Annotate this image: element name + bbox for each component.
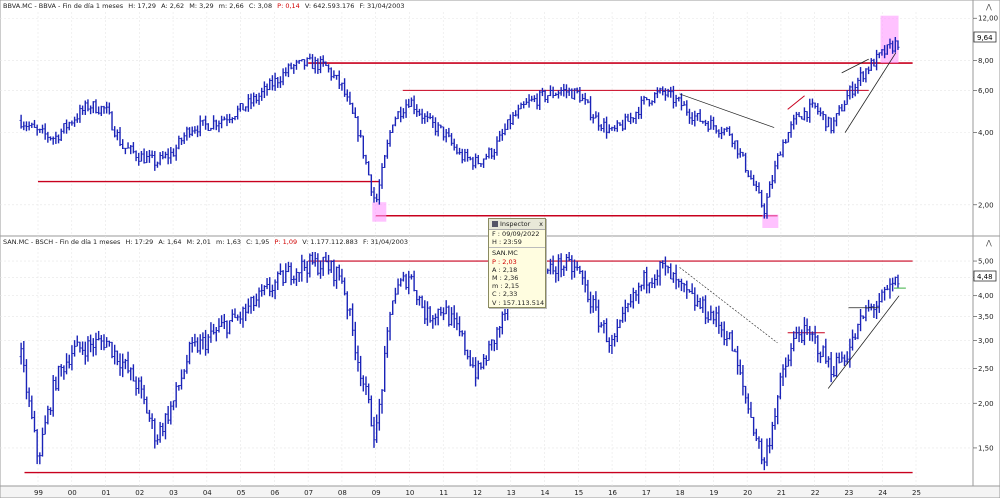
x-tick-label: 11 [439,489,448,497]
top-y-tick-label: 12,00 [978,15,998,23]
inspector-date: F : 09/09/2022 [492,230,540,238]
x-tick-label: 18 [676,489,685,497]
bottom-close: C: 1,95 [246,238,269,246]
x-tick-label: 25 [912,489,921,497]
top-date: F: 31/04/2003 [360,2,405,10]
inspector-min: m : 2,15 [492,282,520,291]
x-tick-label: 13 [507,489,516,497]
x-tick-label: 02 [135,489,144,497]
top-last-price: 9,64 [977,34,993,42]
top-panel-frame [0,0,1000,237]
x-tick-label: 24 [878,489,887,497]
x-tick-label: 17 [642,489,651,497]
bottom-volume: V: 1.177.112.883 [302,238,358,246]
bottom-change: P: 1,09 [274,238,297,246]
x-tick-label: 08 [338,489,347,497]
bottom-last-price-tag: 4,48 [973,270,997,282]
bottom-y-tick-label: 3,00 [978,337,994,345]
top-y-tick-label: 6,00 [978,87,994,95]
top-title: BBVA.MC - BBVA - Fin de día 1 meses [3,2,124,10]
bottom-y-tick-label: 4,00 [978,292,994,300]
bottom-y-tick-label: 3,50 [978,313,994,321]
bottom-open: A: 1,64 [158,238,181,246]
inspector-volume: V : 157.113.514 [492,298,545,307]
top-y-tick-label: 8,00 [978,57,994,65]
x-tick-label: 20 [743,489,752,497]
top-last-price-tag: 9,64 [973,31,997,43]
x-tick-label: 07 [304,489,313,497]
inspector-time: H : 23:59 [492,238,522,247]
bottom-y-tick-label: 5,00 [978,258,994,266]
inspector-icon [492,221,498,227]
top-change: P: 0,14 [277,2,300,10]
highlight-box [372,202,387,222]
top-high: H: 17,29 [128,2,156,10]
top-min: m: 2,66 [219,2,244,10]
x-tick-label: 05 [237,489,246,497]
x-tick-label: 21 [777,489,786,497]
x-tick-label: 12 [473,489,482,497]
x-tick-label: 19 [709,489,718,497]
x-tick-label: 23 [844,489,853,497]
x-tick-label: 04 [203,489,212,497]
bottom-last-price: 4,48 [977,273,993,281]
bottom-y-tick-label: 2,00 [978,400,994,408]
x-tick-label: 99 [34,489,43,497]
bottom-y-tick-label: 2,50 [978,365,994,373]
x-tick-label: 22 [811,489,820,497]
top-y-tick-label: 4,00 [978,129,994,137]
bottom-panel-header: SAN.MC - BSCH - Fin de día 1 meses H: 17… [3,238,408,246]
top-panel-collapse-icon[interactable]: ⋀ [985,3,992,11]
inspector-title: Inspector [500,220,531,228]
bottom-high: H: 17:29 [125,238,153,246]
bottom-min: m: 1,63 [216,238,241,246]
inspector-window[interactable]: Inspector x F : 09/09/2022 H : 23:59 SAN… [488,218,546,308]
x-tick-label: 15 [574,489,583,497]
bottom-date: F: 31/04/2003 [363,238,408,246]
top-y-tick-label: 2,00 [978,201,994,209]
bottom-y-tick-label: 1,50 [978,444,994,452]
inspector-titlebar[interactable]: Inspector x [489,219,545,230]
top-max: M: 3,29 [189,2,213,10]
inspector-close: C : 2,33 [492,290,518,299]
inspector-change: P : 2,03 [492,257,517,266]
x-tick-label: 06 [270,489,279,497]
x-tick-label: 03 [169,489,178,497]
top-close: C: 3,08 [249,2,272,10]
x-tick-label: 16 [608,489,617,497]
x-tick-label: 00 [68,489,77,497]
top-volume: V: 642.593.176 [305,2,355,10]
chart-window: 99 00 01 02 03 04 05 06 07 08 09 10 11 12 13 14 15 16 17 18… [0,0,1000,499]
inspector-open: A : 2,18 [492,265,518,274]
bottom-max: M: 2,01 [187,238,211,246]
x-tick-label: 14 [541,489,550,497]
x-tick-label: 09 [372,489,381,497]
x-tick-label: 10 [405,489,414,497]
x-tick-label: 01 [102,489,111,497]
bottom-panel-collapse-icon[interactable]: ⋀ [985,239,992,247]
inspector-max: M : 2,36 [492,273,519,282]
inspector-symbol: SAN.MC [492,249,518,258]
top-panel-header: BBVA.MC - BBVA - Fin de día 1 meses H: 1… [3,2,404,10]
inspector-close-icon[interactable]: x [539,219,543,229]
inspector-divider [489,247,545,249]
bottom-title: SAN.MC - BSCH - Fin de día 1 meses [3,238,121,246]
top-open: A: 2,62 [161,2,184,10]
